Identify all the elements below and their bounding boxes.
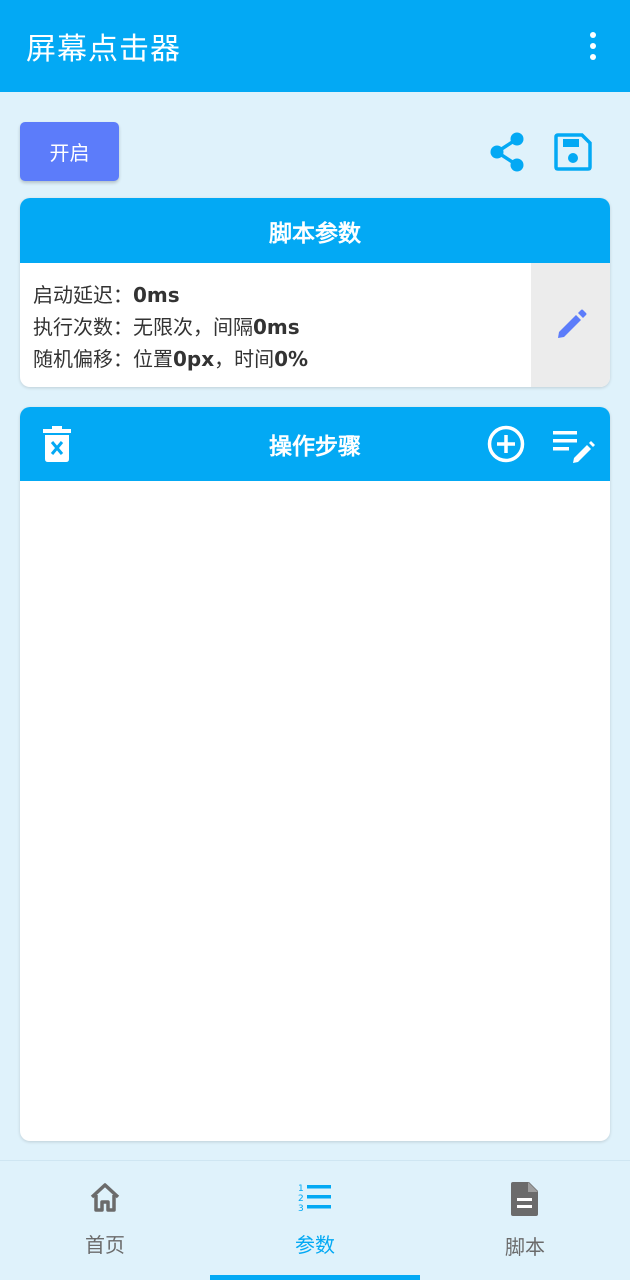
edit-list-icon[interactable] <box>550 426 596 466</box>
params-header: 脚本参数 <box>20 198 610 263</box>
more-vert-icon[interactable] <box>578 26 608 66</box>
params-card: 脚本参数 启动延迟：0ms 执行次数：无限次，间隔0ms 随机偏移：位置0px，… <box>20 198 610 387</box>
steps-list <box>20 481 610 1141</box>
pencil-icon <box>557 309 586 338</box>
share-icon[interactable] <box>486 130 528 174</box>
numbered-list-icon: 1 2 3 <box>298 1184 331 1214</box>
start-delay-line: 启动延迟：0ms <box>33 283 180 307</box>
app-bar: 屏幕点击器 <box>0 0 630 92</box>
bottom-nav: 首页 1 2 3 参数 脚本 <box>0 1160 630 1280</box>
svg-text:1: 1 <box>298 1184 304 1194</box>
nav-label-scripts: 脚本 <box>505 1235 545 1259</box>
nav-item-params[interactable]: 1 2 3 参数 <box>210 1161 420 1280</box>
start-button[interactable]: 开启 <box>20 122 119 181</box>
steps-title: 操作步骤 <box>269 434 361 460</box>
nav-label-params: 参数 <box>295 1233 335 1257</box>
svg-text:2: 2 <box>298 1194 304 1204</box>
svg-text:3: 3 <box>298 1204 304 1214</box>
trash-icon[interactable] <box>40 423 74 465</box>
add-circle-icon[interactable] <box>486 424 526 464</box>
app-title: 屏幕点击器 <box>26 32 181 67</box>
nav-item-scripts[interactable]: 脚本 <box>420 1161 630 1280</box>
home-icon <box>90 1183 120 1212</box>
edit-params-button[interactable] <box>531 263 610 387</box>
document-icon <box>511 1182 538 1216</box>
save-icon[interactable] <box>552 131 594 173</box>
params-summary: 启动延迟：0ms 执行次数：无限次，间隔0ms 随机偏移：位置0px，时间0% <box>20 263 531 387</box>
nav-label-home: 首页 <box>85 1233 125 1257</box>
nav-item-home[interactable]: 首页 <box>0 1161 210 1280</box>
repeat-count-line: 执行次数：无限次，间隔0ms <box>33 315 300 339</box>
random-offset-line: 随机偏移：位置0px，时间0% <box>33 347 309 371</box>
nav-active-indicator <box>210 1275 420 1280</box>
steps-header: 操作步骤 <box>20 407 610 481</box>
steps-card: 操作步骤 <box>20 407 610 1141</box>
